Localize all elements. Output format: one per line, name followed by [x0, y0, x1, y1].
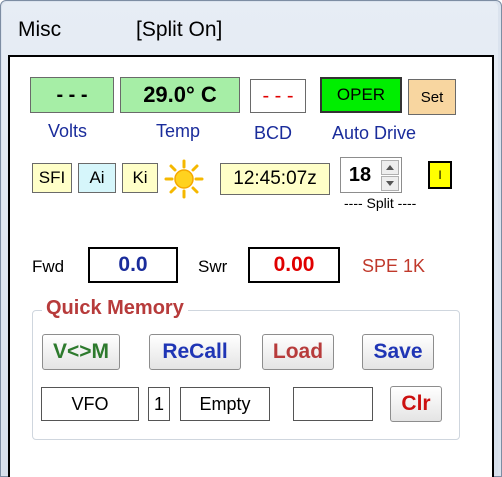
- auto-drive-label: Auto Drive: [332, 123, 417, 143]
- fwd-power-display: 0.0: [88, 247, 178, 283]
- quick-memory-title: Quick Memory: [42, 297, 188, 320]
- ai-button[interactable]: Ai: [78, 163, 116, 193]
- split-spinner[interactable]: 18: [340, 157, 402, 193]
- spinner-down-button[interactable]: [381, 176, 399, 191]
- temp-label: Temp: [156, 121, 201, 141]
- vfo-to-memory-button[interactable]: V<>M: [42, 334, 120, 370]
- menu-misc[interactable]: Misc: [18, 18, 61, 42]
- swr-label: Swr: [198, 257, 228, 276]
- bcd-label: BCD: [254, 123, 293, 143]
- bcd-display: - - -: [250, 79, 306, 113]
- split-spinner-value[interactable]: 18: [341, 158, 379, 192]
- load-button[interactable]: Load: [262, 334, 334, 370]
- volts-display: - - -: [30, 77, 114, 113]
- ki-button[interactable]: Ki: [122, 163, 158, 193]
- memory-extra-field: [293, 387, 373, 421]
- save-button[interactable]: Save: [362, 334, 434, 370]
- memory-status-field: Empty: [180, 387, 270, 421]
- amplifier-name: SPE 1K: [362, 256, 426, 276]
- swr-display: 0.00: [248, 247, 340, 283]
- fwd-label: Fwd: [32, 257, 65, 276]
- memory-slot-field: 1: [148, 387, 170, 421]
- chevron-up-icon: [386, 165, 394, 170]
- recall-button[interactable]: ReCall: [149, 334, 241, 370]
- main-panel: - - - 29.0° C - - - OPER Set Volts Temp …: [8, 55, 494, 477]
- chevron-down-icon: [386, 181, 394, 186]
- sfi-button[interactable]: SFI: [32, 163, 72, 193]
- sun-icon[interactable]: [164, 159, 204, 199]
- split-status-menu[interactable]: [Split On]: [136, 18, 222, 42]
- spinner-up-button[interactable]: [381, 160, 399, 175]
- temp-display: 29.0° C: [120, 77, 240, 113]
- oper-button[interactable]: OPER: [320, 77, 402, 113]
- clear-button[interactable]: Clr: [390, 386, 442, 422]
- indicator-box: I: [428, 161, 452, 189]
- utc-clock-display: 12:45:07z: [220, 163, 330, 195]
- volts-label: Volts: [48, 121, 88, 141]
- set-button[interactable]: Set: [408, 79, 456, 115]
- vfo-field: VFO: [41, 387, 139, 421]
- split-caption: ---- Split ----: [344, 195, 417, 211]
